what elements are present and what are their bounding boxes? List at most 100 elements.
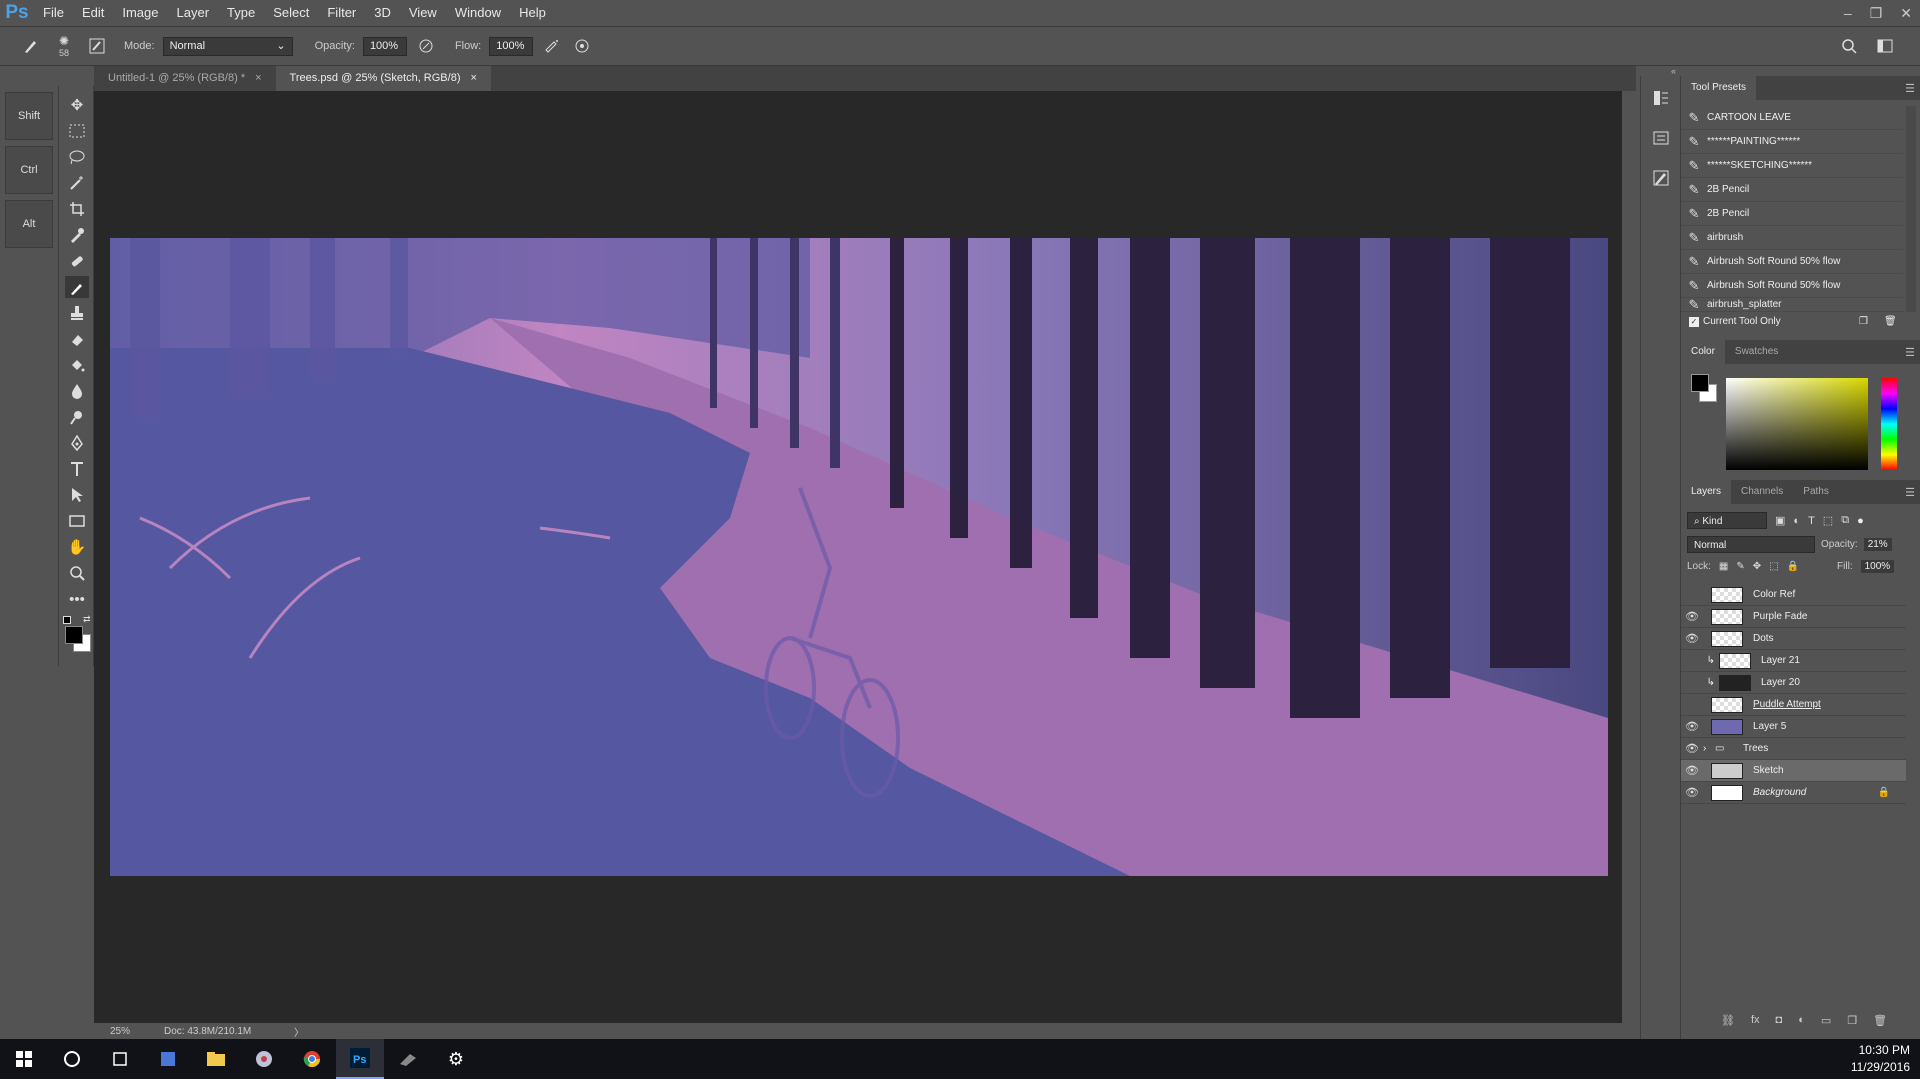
default-colors-icon[interactable] (63, 616, 71, 624)
zoom-level[interactable]: 25% (94, 1026, 164, 1037)
tab-swatches[interactable]: Swatches (1725, 340, 1788, 364)
lock-pixels-icon[interactable]: ✎ (1736, 561, 1744, 572)
lock-position-icon[interactable]: ✥ (1753, 561, 1761, 572)
menu-layer[interactable]: Layer (168, 0, 219, 26)
list-item[interactable]: ✎ CARTOON LEAVE (1681, 106, 1903, 130)
lasso-tool-icon[interactable] (65, 146, 89, 168)
hue-slider[interactable] (1881, 378, 1897, 470)
add-mask-icon[interactable]: ◘ (1776, 1014, 1783, 1027)
stamp-tool-icon[interactable] (65, 302, 89, 324)
dodge-tool-icon[interactable] (65, 406, 89, 428)
crop-tool-icon[interactable] (65, 198, 89, 220)
list-item[interactable]: ✎ airbrush (1681, 226, 1903, 250)
flow-field[interactable]: 100% (489, 36, 534, 56)
minimize-button[interactable]: – (1844, 5, 1852, 21)
more-tools-icon[interactable]: ••• (65, 588, 89, 610)
rectangle-tool-icon[interactable] (65, 510, 89, 532)
list-item[interactable]: ✎ airbrush_splatter (1681, 298, 1903, 312)
tab-trees-psd[interactable]: Trees.psd @ 25% (Sketch, RGB/8) × (275, 66, 491, 91)
airbrush-icon[interactable] (541, 35, 563, 57)
brush-preset-picker[interactable]: ✺ 58 (50, 34, 78, 58)
pixel-filter-icon[interactable]: ▣ (1775, 514, 1785, 527)
cortana-icon[interactable] (48, 1039, 96, 1079)
fill-value[interactable]: 100% (1860, 560, 1895, 573)
new-preset-icon[interactable]: ❐ (1859, 316, 1868, 327)
chrome-icon[interactable] (288, 1039, 336, 1079)
type-tool-icon[interactable] (65, 458, 89, 480)
shift-key-button[interactable]: Shift (5, 92, 53, 140)
path-selection-tool-icon[interactable] (65, 484, 89, 506)
brush-panel-toggle-icon[interactable] (86, 35, 108, 57)
list-item[interactable]: ✎ ******PAINTING****** (1681, 130, 1903, 154)
new-group-icon[interactable]: ▭ (1821, 1014, 1831, 1027)
restore-button[interactable]: ❐ (1870, 5, 1883, 22)
opacity-field[interactable]: 100% (362, 36, 407, 56)
blur-tool-icon[interactable] (65, 380, 89, 402)
menu-filter[interactable]: Filter (318, 0, 365, 26)
layer-group-row[interactable]: 👁 › ▭ Trees (1681, 738, 1906, 760)
tab-channels[interactable]: Channels (1731, 480, 1793, 504)
pressure-opacity-icon[interactable] (415, 35, 437, 57)
pen-tool-icon[interactable] (65, 432, 89, 454)
color-fg-bg-swatches[interactable] (1691, 374, 1721, 404)
panel-menu-icon[interactable]: ☰ (1905, 346, 1915, 359)
adjustment-layer-icon[interactable]: ◐ (1798, 1014, 1805, 1027)
menu-view[interactable]: View (400, 0, 446, 26)
color-field[interactable] (1726, 378, 1868, 470)
brush-tool-icon[interactable] (20, 35, 42, 57)
filter-toggle-icon[interactable]: ● (1857, 515, 1864, 527)
eye-icon[interactable]: 👁 (1681, 610, 1703, 623)
zoom-tool-icon[interactable] (65, 562, 89, 584)
layer-opacity-value[interactable]: 21% (1863, 538, 1892, 551)
swap-colors-icon[interactable]: ⇄ (83, 614, 91, 625)
pressure-size-icon[interactable] (571, 35, 593, 57)
menu-file[interactable]: File (34, 0, 73, 26)
settings-gear-icon[interactable]: ⚙ (432, 1039, 480, 1079)
lock-transparent-icon[interactable]: ▦ (1719, 561, 1728, 572)
workspace-switcher-icon[interactable] (1874, 35, 1896, 57)
new-layer-icon[interactable]: ❐ (1847, 1014, 1857, 1027)
list-item[interactable]: ✎ 2B Pencil (1681, 178, 1903, 202)
shape-filter-icon[interactable]: ⬚ (1823, 514, 1833, 527)
search-icon[interactable] (1838, 35, 1860, 57)
tab-untitled-1[interactable]: Untitled-1 @ 25% (RGB/8) * × (94, 66, 276, 91)
eye-icon[interactable]: 👁 (1681, 632, 1703, 645)
layer-row[interactable]: ↳ Layer 20 (1681, 672, 1906, 694)
chevron-right-icon[interactable]: › (1703, 743, 1715, 754)
list-item[interactable]: ✎ Airbrush Soft Round 50% flow (1681, 250, 1903, 274)
task-view-icon[interactable] (96, 1039, 144, 1079)
current-tool-only-checkbox[interactable]: ✓ (1689, 316, 1699, 327)
app-icon[interactable] (240, 1039, 288, 1079)
eye-icon[interactable]: 👁 (1681, 764, 1703, 777)
menu-window[interactable]: Window (446, 0, 510, 26)
brush-tool-icon[interactable] (65, 276, 89, 298)
eye-icon[interactable]: 👁 (1681, 742, 1703, 755)
trash-icon[interactable]: 🗑 (1873, 1014, 1887, 1027)
list-item[interactable]: ✎ Airbrush Soft Round 50% flow (1681, 274, 1903, 298)
move-tool-icon[interactable]: ✥ (65, 94, 89, 116)
canvas-artwork[interactable] (110, 238, 1608, 876)
lock-artboard-icon[interactable]: ⬚ (1769, 561, 1778, 572)
presets-scrollbar[interactable] (1906, 106, 1916, 312)
menu-edit[interactable]: Edit (73, 0, 113, 26)
tab-tool-presets[interactable]: Tool Presets (1681, 76, 1757, 100)
close-icon[interactable]: × (470, 66, 476, 91)
vertical-scrollbar[interactable] (1622, 91, 1636, 1023)
close-button[interactable]: ✕ (1900, 5, 1912, 22)
tab-layers[interactable]: Layers (1681, 480, 1732, 504)
list-item[interactable]: ✎ 2B Pencil (1681, 202, 1903, 226)
layer-row[interactable]: 👁 Background 🔒 (1681, 782, 1906, 804)
type-filter-icon[interactable]: T (1808, 515, 1815, 527)
magic-wand-tool-icon[interactable] (65, 172, 89, 194)
tab-color[interactable]: Color (1681, 340, 1725, 364)
adjustment-filter-icon[interactable]: ◐ (1793, 515, 1800, 527)
layer-row[interactable]: 👁 Sketch (1681, 760, 1906, 782)
smart-object-filter-icon[interactable]: ⧉ (1841, 514, 1849, 527)
panel-menu-icon[interactable]: ☰ (1905, 82, 1915, 95)
layer-row[interactable]: ↳ Layer 21 (1681, 650, 1906, 672)
marquee-tool-icon[interactable] (65, 120, 89, 142)
link-layers-icon[interactable]: ⛓ (1721, 1014, 1735, 1027)
eyedropper-tool-icon[interactable] (65, 224, 89, 246)
history-panel-icon[interactable] (1649, 86, 1673, 110)
close-icon[interactable]: × (255, 66, 261, 91)
